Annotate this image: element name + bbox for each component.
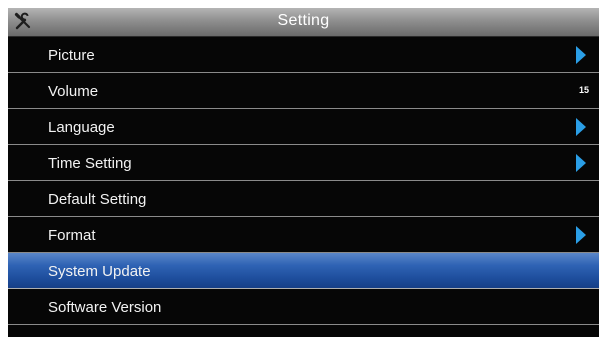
menu-item-format[interactable]: Format — [8, 217, 599, 253]
chevron-right-icon — [576, 46, 586, 64]
menu-item-label: System Update — [48, 263, 151, 280]
menu-item-label: Software Version — [48, 299, 162, 316]
menu-item-picture[interactable]: Picture — [8, 37, 599, 73]
menu-item-software-version[interactable]: Software Version — [8, 289, 599, 325]
menu-item-label: Time Setting — [48, 155, 132, 172]
title-bar: Setting — [8, 8, 599, 37]
menu-item-label: Format — [48, 227, 96, 244]
menu-item-label: Volume — [48, 83, 99, 100]
menu-item-system-update[interactable]: System Update — [8, 253, 599, 289]
menu-item-label: Picture — [48, 47, 95, 64]
chevron-right-icon — [576, 226, 586, 244]
menu-item-default-setting[interactable]: Default Setting — [8, 181, 599, 217]
menu-item-volume[interactable]: Volume 15 — [8, 73, 599, 109]
chevron-right-icon — [576, 154, 586, 172]
menu-item-time-setting[interactable]: Time Setting — [8, 145, 599, 181]
menu-item-label: Language — [48, 119, 115, 136]
chevron-right-icon — [576, 118, 586, 136]
menu-item-label: Default Setting — [48, 191, 147, 208]
settings-screen: Setting Picture Volume 15 Language Time … — [8, 8, 599, 337]
settings-menu: Picture Volume 15 Language Time Setting … — [8, 37, 599, 325]
volume-value: 15 — [578, 85, 589, 95]
page-title: Setting — [277, 12, 330, 29]
menu-item-language[interactable]: Language — [8, 109, 599, 145]
